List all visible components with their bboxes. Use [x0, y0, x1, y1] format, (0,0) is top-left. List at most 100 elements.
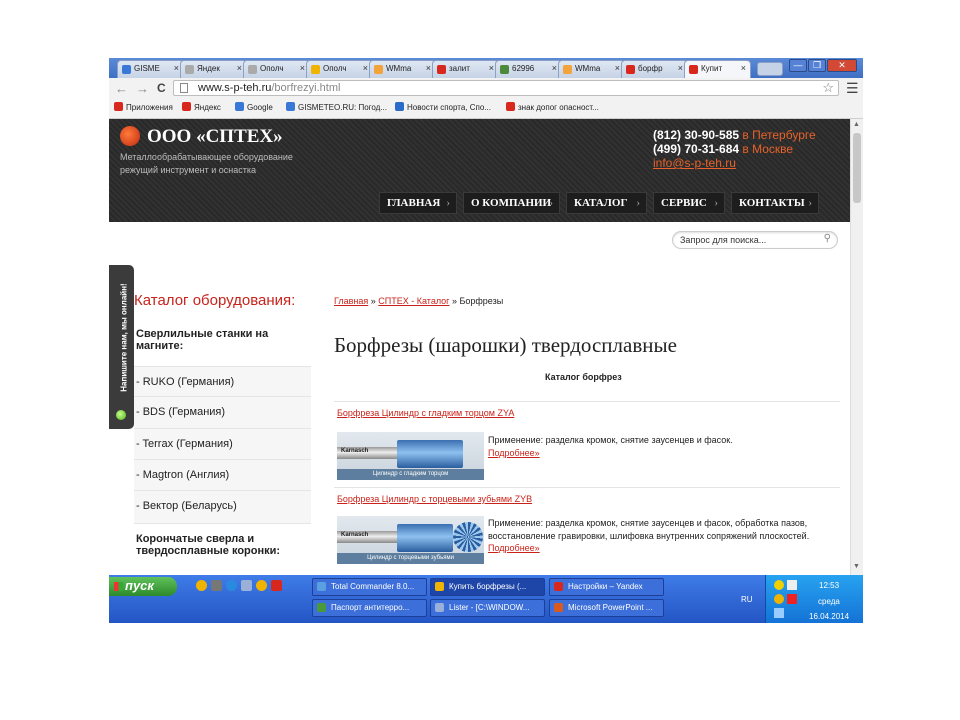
reload-button[interactable]: C: [157, 81, 166, 95]
bookmark-item[interactable]: GISMETEO.RU: Погод...: [286, 102, 387, 112]
quicklaunch-camera-icon[interactable]: [211, 580, 222, 591]
taskbar-window-button[interactable]: Lister - [C:\WINDOW...: [430, 599, 545, 617]
nav-item[interactable]: КАТАЛОГ ›: [566, 192, 647, 214]
nav-item-label: СЕРВИС: [661, 197, 707, 209]
new-tab-button[interactable]: [757, 62, 783, 76]
language-indicator[interactable]: RU: [741, 595, 753, 604]
browser-tab[interactable]: Ополч ×: [306, 60, 373, 78]
breadcrumb-current: Борфрезы: [459, 296, 504, 306]
tab-close-icon[interactable]: ×: [741, 63, 746, 73]
window-maximize-button[interactable]: ❐: [808, 59, 826, 72]
bookmark-item[interactable]: Google: [235, 102, 273, 112]
tab-favicon-icon: [311, 65, 320, 74]
bookmark-favicon-icon: [395, 102, 404, 111]
quicklaunch-smiley-icon[interactable]: [196, 580, 207, 591]
web-page: ООО «СПТЕХ» Металлообрабатывающее оборуд…: [109, 119, 850, 575]
breadcrumb: Главная » СПТЕХ - Каталог » Борфрезы: [334, 296, 503, 306]
window-minimize-button[interactable]: —: [789, 59, 807, 72]
sidebar-item[interactable]: - Magtron (Англия): [134, 460, 311, 491]
tray-smiley-icon[interactable]: [774, 580, 784, 590]
product-title-link[interactable]: Борфреза Цилиндр с торцевыми зубьями ZYB: [337, 494, 532, 504]
tab-close-icon[interactable]: ×: [678, 63, 683, 73]
address-bar[interactable]: www.s-p-teh.ru/borfrezyi.html ☆: [173, 80, 839, 96]
tab-favicon-icon: [626, 65, 635, 74]
tab-close-icon[interactable]: ×: [426, 63, 431, 73]
bookmark-item[interactable]: Приложения: [114, 102, 173, 112]
site-logo[interactable]: ООО «СПТЕХ»: [147, 126, 283, 148]
bookmark-star-icon[interactable]: ☆: [822, 80, 834, 96]
bookmark-item[interactable]: знак допог опасност...: [506, 102, 599, 112]
quicklaunch-desktop-icon[interactable]: [241, 580, 252, 591]
email-link[interactable]: info@s-p-teh.ru: [653, 156, 736, 170]
product-image[interactable]: Karnasch Цилиндр с гладким торцом: [337, 432, 484, 480]
tab-favicon-icon: [563, 65, 572, 74]
back-button[interactable]: ←: [115, 81, 128, 96]
product-image[interactable]: Karnasch Цилиндр с торцевыми зубьями: [337, 516, 484, 564]
taskbar-window-button[interactable]: Паспорт антитерро...: [312, 599, 427, 617]
sidebar-item[interactable]: - BDS (Германия): [134, 397, 311, 429]
phone-spb: (812) 30-90-585 в Петербурге: [653, 128, 816, 142]
nav-item[interactable]: СЕРВИС ›: [653, 192, 725, 214]
sidebar-group-heading[interactable]: Сверлильные станки на магните:: [134, 319, 311, 367]
browser-tab[interactable]: Яндек ×: [180, 60, 247, 78]
nav-item[interactable]: КОНТАКТЫ ›: [731, 192, 819, 214]
bookmark-item[interactable]: Новости спорта, Спо...: [395, 102, 491, 112]
browser-tab[interactable]: Ополч ×: [243, 60, 310, 78]
clock-time[interactable]: 12:53: [819, 581, 839, 590]
page-scrollbar[interactable]: ▲ ▼: [850, 119, 863, 575]
menu-icon[interactable]: ☰: [846, 80, 859, 97]
taskbar-window-button[interactable]: Microsoft PowerPoint ...: [549, 599, 664, 617]
browser-tab[interactable]: борфр ×: [621, 60, 688, 78]
nav-item[interactable]: О КОМПАНИИ ›: [463, 192, 560, 214]
tray-kaspersky-icon[interactable]: [787, 594, 797, 604]
taskbar-window-button[interactable]: Настройки – Yandex: [549, 578, 664, 596]
breadcrumb-catalog[interactable]: СПТЕХ - Каталог: [378, 296, 449, 306]
quicklaunch-ie-icon[interactable]: [226, 580, 237, 591]
bookmark-item[interactable]: Яндекс: [182, 102, 221, 112]
forward-button[interactable]: →: [136, 81, 149, 96]
bookmark-favicon-icon: [506, 102, 515, 111]
product-title-link[interactable]: Борфреза Цилиндр с гладким торцом ZYA: [337, 408, 514, 418]
nav-item[interactable]: ГЛАВНАЯ ›: [379, 192, 457, 214]
tab-close-icon[interactable]: ×: [615, 63, 620, 73]
browser-tab[interactable]: WMma ×: [558, 60, 625, 78]
tray-monitor-icon[interactable]: [774, 608, 784, 618]
tab-close-icon[interactable]: ×: [363, 63, 368, 73]
sidebar-item[interactable]: - Вектор (Беларусь): [134, 491, 311, 524]
tray-volume-icon[interactable]: [787, 580, 797, 590]
search-input[interactable]: Запрос для поиска... ⚲: [672, 231, 838, 249]
task-app-icon: [435, 582, 444, 591]
browser-tab[interactable]: Купит ×: [684, 60, 751, 78]
browser-tab[interactable]: залит ×: [432, 60, 499, 78]
tab-close-icon[interactable]: ×: [489, 63, 494, 73]
nav-item-label: КАТАЛОГ: [574, 197, 628, 209]
quicklaunch-chrome-icon[interactable]: [256, 580, 267, 591]
start-button[interactable]: пуск: [109, 577, 177, 596]
sidebar-item[interactable]: - RUKO (Германия): [134, 367, 311, 397]
tab-close-icon[interactable]: ×: [237, 63, 242, 73]
product-more-link[interactable]: Подробнее»: [488, 543, 540, 553]
tagline-line-2: режущий инструмент и оснастка: [120, 165, 256, 175]
window-close-button[interactable]: ✕: [827, 59, 857, 72]
scrollbar-thumb[interactable]: [853, 133, 861, 203]
tab-label: 62996: [512, 64, 535, 73]
browser-tab[interactable]: WMma ×: [369, 60, 436, 78]
tab-close-icon[interactable]: ×: [300, 63, 305, 73]
search-icon[interactable]: ⚲: [824, 233, 831, 244]
tab-close-icon[interactable]: ×: [552, 63, 557, 73]
task-app-icon: [435, 603, 444, 612]
sidebar-group-heading[interactable]: Корончатые сверла и твердосплавные корон…: [134, 524, 311, 575]
task-label: Настройки – Yandex: [568, 582, 643, 591]
taskbar-window-button[interactable]: Купить борфрезы (...: [430, 578, 545, 596]
quicklaunch-yandex-icon[interactable]: [271, 580, 282, 591]
breadcrumb-home[interactable]: Главная: [334, 296, 368, 306]
browser-tab[interactable]: 62996 ×: [495, 60, 562, 78]
tab-close-icon[interactable]: ×: [174, 63, 179, 73]
browser-tab[interactable]: GISME ×: [117, 60, 184, 78]
catalog-subtitle: Каталог борфрез: [545, 372, 622, 382]
taskbar-window-button[interactable]: Total Commander 8.0...: [312, 578, 427, 596]
online-chat-widget[interactable]: Напишите нам, мы онлайн!: [109, 265, 134, 429]
tray-network-icon[interactable]: [774, 594, 784, 604]
sidebar-item[interactable]: - Terrax (Германия): [134, 429, 311, 460]
product-more-link[interactable]: Подробнее»: [488, 448, 540, 458]
